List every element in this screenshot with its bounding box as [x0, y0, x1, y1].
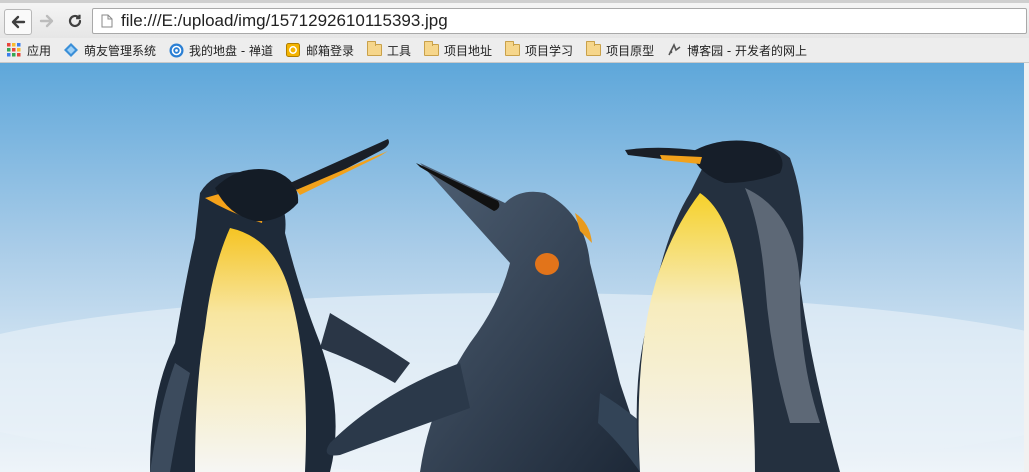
page-icon — [101, 14, 113, 28]
cnblogs-icon — [666, 42, 682, 58]
bookmark-folder-tools[interactable]: 工具 — [360, 40, 417, 60]
bookmark-label: 萌友管理系统 — [84, 43, 157, 58]
url-text: file:///E:/upload/img/1571292610115393.j… — [121, 11, 448, 30]
bookmark-mengyou[interactable]: 萌友管理系统 — [57, 40, 162, 60]
bookmark-folder-project-prototype[interactable]: 项目原型 — [579, 40, 660, 60]
arrow-right-icon — [39, 14, 54, 28]
zentao-icon — [168, 42, 184, 58]
address-bar[interactable]: file:///E:/upload/img/1571292610115393.j… — [92, 8, 1027, 34]
reload-button[interactable] — [62, 9, 88, 33]
forward-button[interactable] — [34, 9, 60, 33]
bookmark-label: 我的地盘 - 禅道 — [189, 43, 273, 58]
bookmark-label: 邮箱登录 — [306, 43, 355, 58]
bookmark-folder-project-study[interactable]: 项目学习 — [498, 40, 579, 60]
apps-grid-icon — [6, 42, 22, 58]
bookmark-folder-project-address[interactable]: 项目地址 — [417, 40, 498, 60]
image-viewport — [0, 63, 1024, 472]
tab-strip-edge — [0, 0, 1029, 3]
penguins-photo — [0, 63, 1024, 472]
folder-icon — [423, 41, 439, 58]
bookmark-label: 应用 — [27, 43, 52, 58]
bookmark-label: 项目学习 — [525, 43, 574, 58]
bookmark-label: 博客园 - 开发者的网上 — [687, 43, 808, 58]
folder-icon — [504, 41, 520, 58]
mail-icon — [285, 42, 301, 58]
reload-icon — [68, 14, 82, 28]
bookmarks-bar: 应用 萌友管理系统 我的地盘 - 禅道 邮箱登录 工具 项目地址 项目学习 项目… — [0, 38, 1029, 63]
bookmark-cnblogs[interactable]: 博客园 - 开发者的网上 — [660, 40, 813, 60]
bookmark-label: 项目地址 — [444, 43, 493, 58]
bookmark-mail[interactable]: 邮箱登录 — [279, 40, 360, 60]
bookmark-apps[interactable]: 应用 — [0, 40, 57, 60]
back-button[interactable] — [4, 9, 32, 35]
scrollbar-track[interactable] — [1024, 63, 1029, 472]
bookmark-label: 项目原型 — [606, 43, 655, 58]
arrow-left-icon — [11, 15, 26, 29]
bookmark-label: 工具 — [387, 43, 412, 58]
bookmark-zentao[interactable]: 我的地盘 - 禅道 — [162, 40, 279, 60]
folder-icon — [366, 41, 382, 58]
diamond-icon — [63, 42, 79, 58]
browser-toolbar: file:///E:/upload/img/1571292610115393.j… — [0, 0, 1029, 39]
folder-icon — [585, 41, 601, 58]
